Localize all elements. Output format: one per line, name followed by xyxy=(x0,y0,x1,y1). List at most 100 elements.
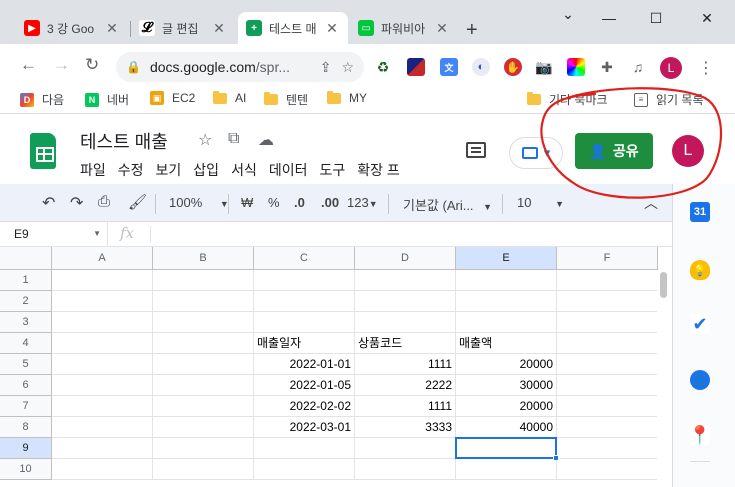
cell-A4[interactable] xyxy=(52,333,153,354)
redo-icon[interactable]: ↷ xyxy=(70,193,83,213)
lock-icon[interactable]: 🔒 xyxy=(126,60,141,74)
cell-D8[interactable]: 3333 xyxy=(355,417,456,438)
name-box[interactable]: E9 ▼ xyxy=(0,222,108,246)
cell-F9[interactable] xyxy=(557,438,658,459)
cell-F1[interactable] xyxy=(557,270,658,291)
row-header[interactable]: 2 xyxy=(0,291,52,312)
cloud-saved-icon[interactable]: ☁ xyxy=(258,130,274,150)
menu-tools[interactable]: 도구 xyxy=(319,160,345,180)
cell-B6[interactable] xyxy=(153,375,254,396)
extensions-puzzle-icon[interactable]: ✚ xyxy=(598,58,616,76)
keep-icon[interactable]: 💡 xyxy=(690,260,710,280)
cell-D3[interactable] xyxy=(355,312,456,333)
cell-D5[interactable]: 1111 xyxy=(355,354,456,375)
bookmark-daum[interactable]: D 다음 xyxy=(20,91,64,108)
cell-C1[interactable] xyxy=(254,270,355,291)
cell-D7[interactable]: 1111 xyxy=(355,396,456,417)
star-icon[interactable]: ☆ xyxy=(198,130,212,150)
cell-A10[interactable] xyxy=(52,459,153,480)
sheet-grid[interactable]: A B C D E F 1 2 3 4 매출일자 상품코드 매출액 5 2022-01-01 1111 2000… xyxy=(0,247,672,487)
bookmark-ec2[interactable]: ▣ EC2 xyxy=(150,91,195,105)
cell-A2[interactable] xyxy=(52,291,153,312)
cell-C4[interactable]: 매출일자 xyxy=(254,333,355,354)
cell-E7[interactable]: 20000 xyxy=(456,396,557,417)
number-format-select[interactable]: 123▼ xyxy=(347,195,378,210)
calendar-icon[interactable]: 31 xyxy=(690,202,710,222)
column-header[interactable]: C xyxy=(254,247,355,270)
share-page-icon[interactable]: ⇪ xyxy=(320,59,332,76)
close-icon[interactable]: ✕ xyxy=(104,20,120,37)
row-header[interactable]: 4 xyxy=(0,333,52,354)
tasks-icon[interactable]: ✔ xyxy=(690,314,710,334)
cell-E1[interactable] xyxy=(456,270,557,291)
row-header[interactable]: 3 xyxy=(0,312,52,333)
column-header[interactable]: D xyxy=(355,247,456,270)
cell-C9[interactable] xyxy=(254,438,355,459)
cell-C8[interactable]: 2022-03-01 xyxy=(254,417,355,438)
column-header[interactable]: E xyxy=(456,247,557,270)
minimize-button[interactable]: — xyxy=(586,10,632,26)
cell-F5[interactable] xyxy=(557,354,658,375)
column-header[interactable]: B xyxy=(153,247,254,270)
cell-E10[interactable] xyxy=(456,459,557,480)
collapse-toolbar-icon[interactable]: ︿ xyxy=(644,193,658,213)
back-button[interactable]: ← xyxy=(20,56,37,74)
cell-F8[interactable] xyxy=(557,417,658,438)
row-header[interactable]: 5 xyxy=(0,354,52,375)
cell-E9[interactable] xyxy=(456,438,557,459)
media-control-icon[interactable]: ♫ xyxy=(629,58,647,76)
translate-icon[interactable]: 文 xyxy=(440,58,458,76)
select-all-corner[interactable] xyxy=(0,247,52,270)
cell-F6[interactable] xyxy=(557,375,658,396)
maps-icon[interactable]: 📍 xyxy=(689,425,711,445)
cell-A8[interactable] xyxy=(52,417,153,438)
cell-A1[interactable] xyxy=(52,270,153,291)
cell-B2[interactable] xyxy=(153,291,254,312)
cell-B10[interactable] xyxy=(153,459,254,480)
extension-icon-1[interactable]: ♻ xyxy=(374,58,392,76)
reload-button[interactable]: ↻ xyxy=(85,56,99,74)
bookmark-folder-my[interactable]: MY xyxy=(327,90,367,105)
close-icon[interactable]: ✕ xyxy=(324,20,340,37)
account-avatar[interactable]: L xyxy=(672,135,704,167)
bookmark-folder-tenten[interactable]: 텐텐 xyxy=(264,91,308,108)
cell-F3[interactable] xyxy=(557,312,658,333)
cell-C3[interactable] xyxy=(254,312,355,333)
close-icon[interactable]: ✕ xyxy=(211,20,227,37)
menu-format[interactable]: 서식 xyxy=(231,160,257,180)
undo-icon[interactable]: ↶ xyxy=(42,193,55,213)
bookmark-naver[interactable]: N 네버 xyxy=(85,91,129,108)
font-size-select[interactable]: 10 ▼ xyxy=(517,195,564,210)
paint-format-icon[interactable]: 🖌 xyxy=(128,193,147,211)
cell-B7[interactable] xyxy=(153,396,254,417)
bookmark-other-folder[interactable]: 기타 북마크 xyxy=(527,91,608,108)
row-header[interactable]: 7 xyxy=(0,396,52,417)
cell-A5[interactable] xyxy=(52,354,153,375)
color-picker-icon[interactable] xyxy=(567,58,585,76)
bookmark-folder-ai[interactable]: AI xyxy=(213,90,246,105)
browser-tab-youtube[interactable]: ▶ 3 강 Goo ✕ xyxy=(16,12,128,44)
tab-search-icon[interactable]: ⌄ xyxy=(545,6,591,23)
menu-file[interactable]: 파일 xyxy=(80,160,106,180)
cell-A9[interactable] xyxy=(52,438,153,459)
comment-history-icon[interactable] xyxy=(466,142,486,158)
bookmark-star-icon[interactable]: ☆ xyxy=(341,59,354,76)
cell-F10[interactable] xyxy=(557,459,658,480)
cell-C5[interactable]: 2022-01-01 xyxy=(254,354,355,375)
camera-icon[interactable]: 📷 xyxy=(535,58,553,76)
more-menu-icon[interactable]: ⋮ xyxy=(698,58,714,78)
cell-D1[interactable] xyxy=(355,270,456,291)
profile-avatar[interactable]: L xyxy=(660,57,682,79)
close-icon[interactable]: ✕ xyxy=(434,20,450,37)
extension-icon-4[interactable]: ◐ xyxy=(472,58,490,76)
row-header[interactable]: 10 xyxy=(0,459,52,480)
menu-extensions[interactable]: 확장 프 xyxy=(357,160,400,180)
present-button[interactable]: ▾ xyxy=(509,137,563,169)
maximize-button[interactable]: ☐ xyxy=(633,10,679,27)
forward-button[interactable]: → xyxy=(53,56,70,74)
zoom-select[interactable]: 100% ▼ xyxy=(169,195,229,210)
extension-icon-2[interactable] xyxy=(407,58,425,76)
cell-A6[interactable] xyxy=(52,375,153,396)
cell-E5[interactable]: 20000 xyxy=(456,354,557,375)
doc-title[interactable]: 테스트 매출 xyxy=(80,128,168,154)
